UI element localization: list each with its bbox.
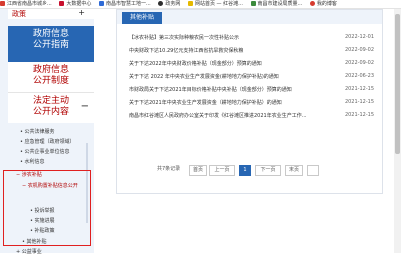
tab-other-subsidy[interactable]: 其他补贴 (122, 12, 162, 24)
menu-item-public-enterprise[interactable]: • 公共企事业单位信息 (20, 148, 70, 155)
menu-item-public-welfare[interactable]: + 公益事业 (16, 248, 42, 255)
last-page-button[interactable]: 末页 (285, 165, 303, 176)
bookmark-4[interactable]: 政务网 (158, 0, 180, 8)
bookmark-1[interactable]: 江西省南昌市城乡... (0, 0, 52, 8)
list-item[interactable]: 【冰农补贴】第三次实际种粮农民一次性补贴公示 2022-12-01 (129, 34, 374, 42)
pagination: 共7条记录 首页 上一页 1 下一页 末页 (157, 163, 377, 176)
prev-page-button[interactable]: 上一页 (209, 165, 235, 176)
scrollbar-thumb[interactable] (395, 14, 400, 154)
list-item[interactable]: 中央财政下达10.29亿元支持江西省抗旱救灾保秋粮 2022-09-02 (129, 47, 374, 55)
favicon-icon (98, 1, 104, 6)
expand-icon[interactable]: + (78, 8, 85, 17)
list-item[interactable]: 关于下达 2022 年中央农业生产发展资金(耕地地力保护补贴)的通知 2022-0… (129, 73, 374, 81)
current-page[interactable]: 1 (239, 165, 251, 176)
list-item[interactable]: 市财政局关于下达2021年目标价格补贴中央补贴（现金部分）预算的通知 2021-1… (129, 86, 374, 94)
next-page-button[interactable]: 下一页 (255, 165, 281, 176)
menu-item-emergency[interactable]: • 应急管理（政府领域） (20, 138, 75, 145)
bookmark-3[interactable]: 南昌市智慧工地一... (98, 0, 151, 8)
favicon-icon (59, 1, 65, 6)
system-label-line2: 公开制度 (32, 76, 69, 86)
system-label-line1: 政府信息 (32, 65, 69, 75)
first-page-button[interactable]: 首页 (189, 165, 207, 176)
total-records: 共7条记录 (157, 166, 181, 172)
sidebar-item-policy[interactable]: 政策 + (8, 8, 94, 19)
favicon-icon (187, 1, 193, 6)
highlight-box (3, 170, 91, 246)
bookmark-2[interactable]: 大数据中心 (59, 0, 91, 8)
menu-item-water[interactable]: • 水利信息 (20, 158, 45, 165)
sidebar-item-guide[interactable]: 政府信息 公开指南 (8, 26, 94, 62)
bookmarks-bar: 江西省南昌市城乡... 大数据中心 南昌市智慧工地一... 政务网 网站首页 —… (0, 0, 401, 9)
bookmark-7[interactable]: 我的博客 (309, 0, 337, 8)
guide-label-line1: 政府信息 (32, 29, 69, 39)
bookmark-6[interactable]: 南昌市建设局质量... (250, 0, 302, 8)
list-item[interactable]: 关于下达2022年中央财政价格补贴（现金部分）预算的通知 2022-09-02 (129, 60, 374, 68)
sidebar-item-system[interactable]: 政府信息 公开制度 (8, 62, 94, 93)
favicon-icon (250, 1, 256, 6)
collapse-icon[interactable]: − (81, 101, 89, 112)
favicon-icon (309, 1, 315, 6)
favicon-icon (0, 1, 5, 6)
guide-label-line2: 公开指南 (32, 40, 69, 50)
favicon-icon (158, 1, 164, 6)
bookmark-5[interactable]: 网站首页 — 红谷滩... (187, 0, 243, 8)
menu-item-legal-service[interactable]: • 公共法律服务 (20, 128, 55, 135)
sidebar-item-label: 政策 (12, 10, 26, 18)
main-content: 其他补贴 【冰农补贴】第三次实际种粮农民一次性补贴公示 2022-12-01 中央… (116, 9, 383, 194)
tab-bar: 其他补贴 (117, 10, 382, 24)
sidebar-item-law[interactable]: 法定主动 公开内容 − (8, 93, 94, 123)
list-item[interactable]: 南昌市红谷滩区人民政府办公室关于印发《红谷滩区推进2021年农业生产工作... 2… (129, 112, 374, 120)
list-item[interactable]: 关于下达2021年中央农业生产发展资金（耕地地力保护补贴）的通知 2021-12-… (129, 99, 374, 107)
page-jump-input[interactable] (307, 165, 319, 176)
